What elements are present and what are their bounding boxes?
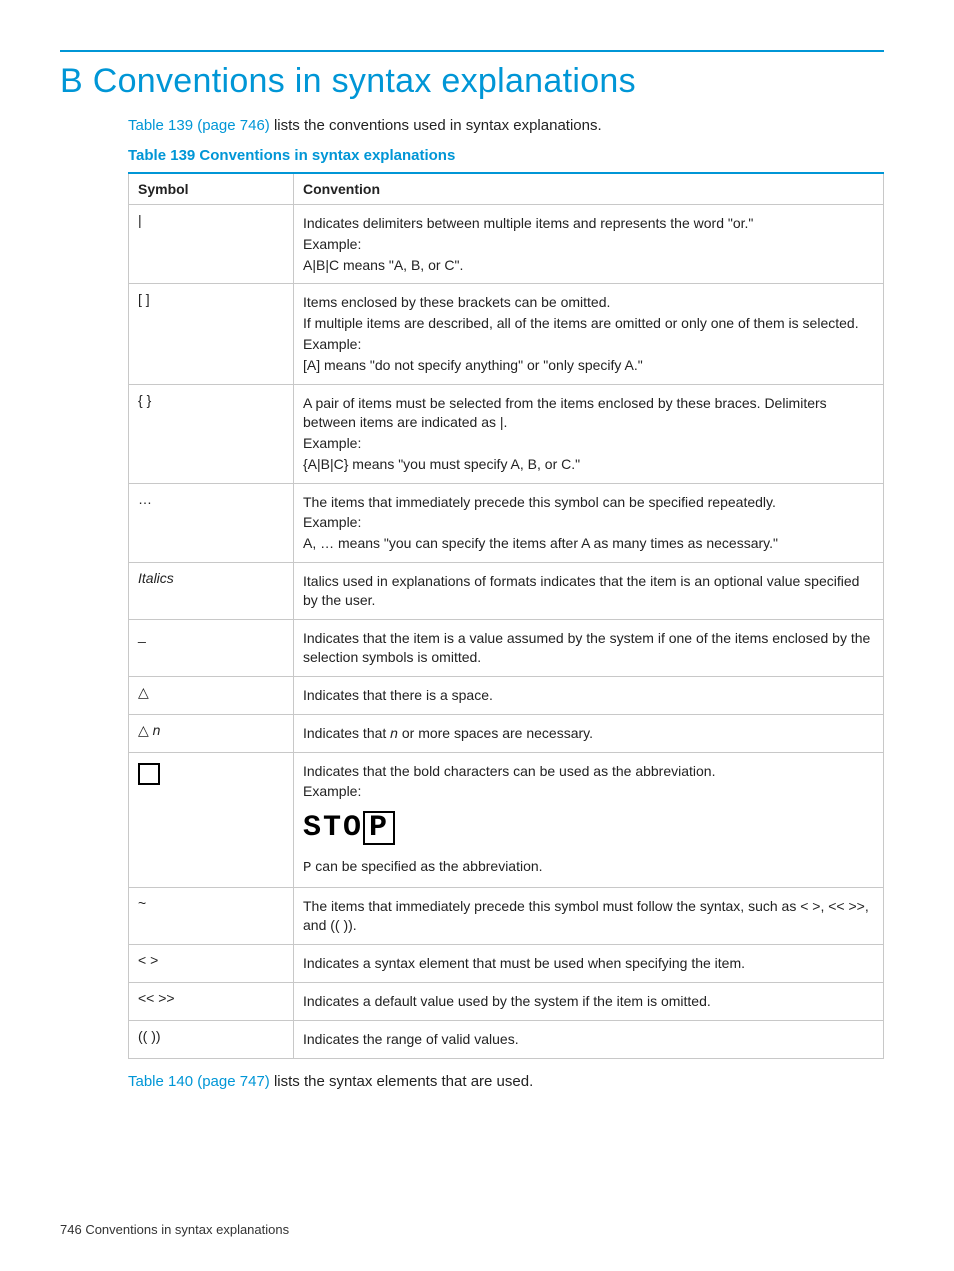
- cell-line: A, … means "you can specify the items af…: [303, 534, 874, 553]
- convention-cell: Indicates that the bold characters can b…: [294, 752, 884, 888]
- convention-cell: Italics used in explanations of formats …: [294, 563, 884, 620]
- intro-text: lists the conventions used in syntax exp…: [270, 117, 602, 134]
- cell-line: The items that immediately precede this …: [303, 897, 874, 935]
- text-pre: Indicates that: [303, 725, 390, 741]
- convention-cell: Indicates that there is a space.: [294, 676, 884, 714]
- cell-line: Example:: [303, 782, 874, 801]
- convention-cell: Indicates the range of valid values.: [294, 1020, 884, 1058]
- cell-line: The items that immediately precede this …: [303, 493, 874, 512]
- text-n: n: [390, 725, 398, 741]
- page-number: 746: [60, 1222, 82, 1237]
- cell-line: A pair of items must be selected from th…: [303, 394, 874, 432]
- table-row: (( )) Indicates the range of valid value…: [129, 1020, 884, 1058]
- cell-line: Indicates that the bold characters can b…: [303, 762, 874, 781]
- symbol-cell: [129, 752, 294, 888]
- cell-line: Indicates that there is a space.: [303, 686, 874, 705]
- convention-cell: The items that immediately precede this …: [294, 483, 884, 563]
- table-row: … The items that immediately precede thi…: [129, 483, 884, 563]
- convention-cell: A pair of items must be selected from th…: [294, 384, 884, 483]
- square-icon: [138, 763, 160, 785]
- convention-cell: The items that immediately precede this …: [294, 888, 884, 945]
- table-row: Italics Italics used in explanations of …: [129, 563, 884, 620]
- convention-cell: Indicates delimiters between multiple it…: [294, 204, 884, 284]
- table-row: | Indicates delimiters between multiple …: [129, 204, 884, 284]
- outro-text: lists the syntax elements that are used.: [270, 1073, 533, 1090]
- cell-line: Italics used in explanations of formats …: [303, 572, 874, 610]
- footer: 746 Conventions in syntax explanations: [60, 1222, 289, 1237]
- table-row: △ Indicates that there is a space.: [129, 676, 884, 714]
- convention-cell: Items enclosed by these brackets can be …: [294, 284, 884, 385]
- convention-cell: Indicates a default value used by the sy…: [294, 982, 884, 1020]
- link-table-139[interactable]: Table 139 (page 746): [128, 117, 270, 134]
- symbol-cell: < >: [129, 945, 294, 983]
- symbol-cell: Italics: [129, 563, 294, 620]
- cell-line: Indicates delimiters between multiple it…: [303, 214, 874, 233]
- header-symbol: Symbol: [129, 173, 294, 205]
- page-title: B Conventions in syntax explanations: [60, 62, 884, 101]
- table-139-title: Table 139 Conventions in syntax explanat…: [128, 147, 884, 164]
- outro-paragraph: Table 140 (page 747) lists the syntax el…: [128, 1071, 884, 1093]
- symbol-cell: [ ]: [129, 284, 294, 385]
- symbol-cell: _: [129, 620, 294, 677]
- symbol-cell: △: [129, 676, 294, 714]
- cell-line: Indicates a default value used by the sy…: [303, 992, 874, 1011]
- symbol-cell: (( )): [129, 1020, 294, 1058]
- symbol-cell: { }: [129, 384, 294, 483]
- table-row: { } A pair of items must be selected fro…: [129, 384, 884, 483]
- cell-line: A|B|C means "A, B, or C".: [303, 256, 874, 275]
- cell-line: [A] means "do not specify anything" or "…: [303, 356, 874, 375]
- symbol-n: n: [153, 722, 161, 738]
- convention-cell: Indicates that n or more spaces are nece…: [294, 714, 884, 752]
- symbol-cell: ~: [129, 888, 294, 945]
- symbol-cell: |: [129, 204, 294, 284]
- footer-title: Conventions in syntax explanations: [82, 1222, 289, 1237]
- cell-line: Example:: [303, 335, 874, 354]
- stop-boxed-letter: P: [363, 811, 395, 845]
- cell-line: Example:: [303, 513, 874, 532]
- cell-line: P can be specified as the abbreviation.: [303, 857, 874, 878]
- symbol-cell: △ n: [129, 714, 294, 752]
- header-convention: Convention: [294, 173, 884, 205]
- table-row: << >> Indicates a default value used by …: [129, 982, 884, 1020]
- symbol-cell: …: [129, 483, 294, 563]
- cell-line: {A|B|C} means "you must specify A, B, or…: [303, 455, 874, 474]
- cell-line: Indicates a syntax element that must be …: [303, 954, 874, 973]
- table-row: ~ The items that immediately precede thi…: [129, 888, 884, 945]
- convention-cell: Indicates that the item is a value assum…: [294, 620, 884, 677]
- cell-line: Indicates the range of valid values.: [303, 1030, 874, 1049]
- link-table-140[interactable]: Table 140 (page 747): [128, 1073, 270, 1090]
- cell-line: If multiple items are described, all of …: [303, 314, 874, 333]
- convention-cell: Indicates a syntax element that must be …: [294, 945, 884, 983]
- text-post: or more spaces are necessary.: [398, 725, 593, 741]
- page: B Conventions in syntax explanations Tab…: [0, 0, 954, 1271]
- table-row: _ Indicates that the item is a value ass…: [129, 620, 884, 677]
- text-post: can be specified as the abbreviation.: [311, 858, 542, 874]
- table-row: [ ] Items enclosed by these brackets can…: [129, 284, 884, 385]
- stop-prefix: STO: [303, 811, 363, 845]
- table-header-row: Symbol Convention: [129, 173, 884, 205]
- cell-line: Items enclosed by these brackets can be …: [303, 293, 874, 312]
- table-row: △ n Indicates that n or more spaces are …: [129, 714, 884, 752]
- cell-line: Example:: [303, 434, 874, 453]
- intro-paragraph: Table 139 (page 746) lists the conventio…: [128, 115, 884, 137]
- symbol-delta: △: [138, 722, 153, 738]
- stop-graphic: STOP: [303, 811, 395, 845]
- top-rule: [60, 50, 884, 52]
- cell-line: Example:: [303, 235, 874, 254]
- table-row: Indicates that the bold characters can b…: [129, 752, 884, 888]
- symbol-cell: << >>: [129, 982, 294, 1020]
- cell-line: Indicates that n or more spaces are nece…: [303, 724, 874, 743]
- conventions-table: Symbol Convention | Indicates delimiters…: [128, 172, 884, 1059]
- table-row: < > Indicates a syntax element that must…: [129, 945, 884, 983]
- cell-line: Indicates that the item is a value assum…: [303, 629, 874, 667]
